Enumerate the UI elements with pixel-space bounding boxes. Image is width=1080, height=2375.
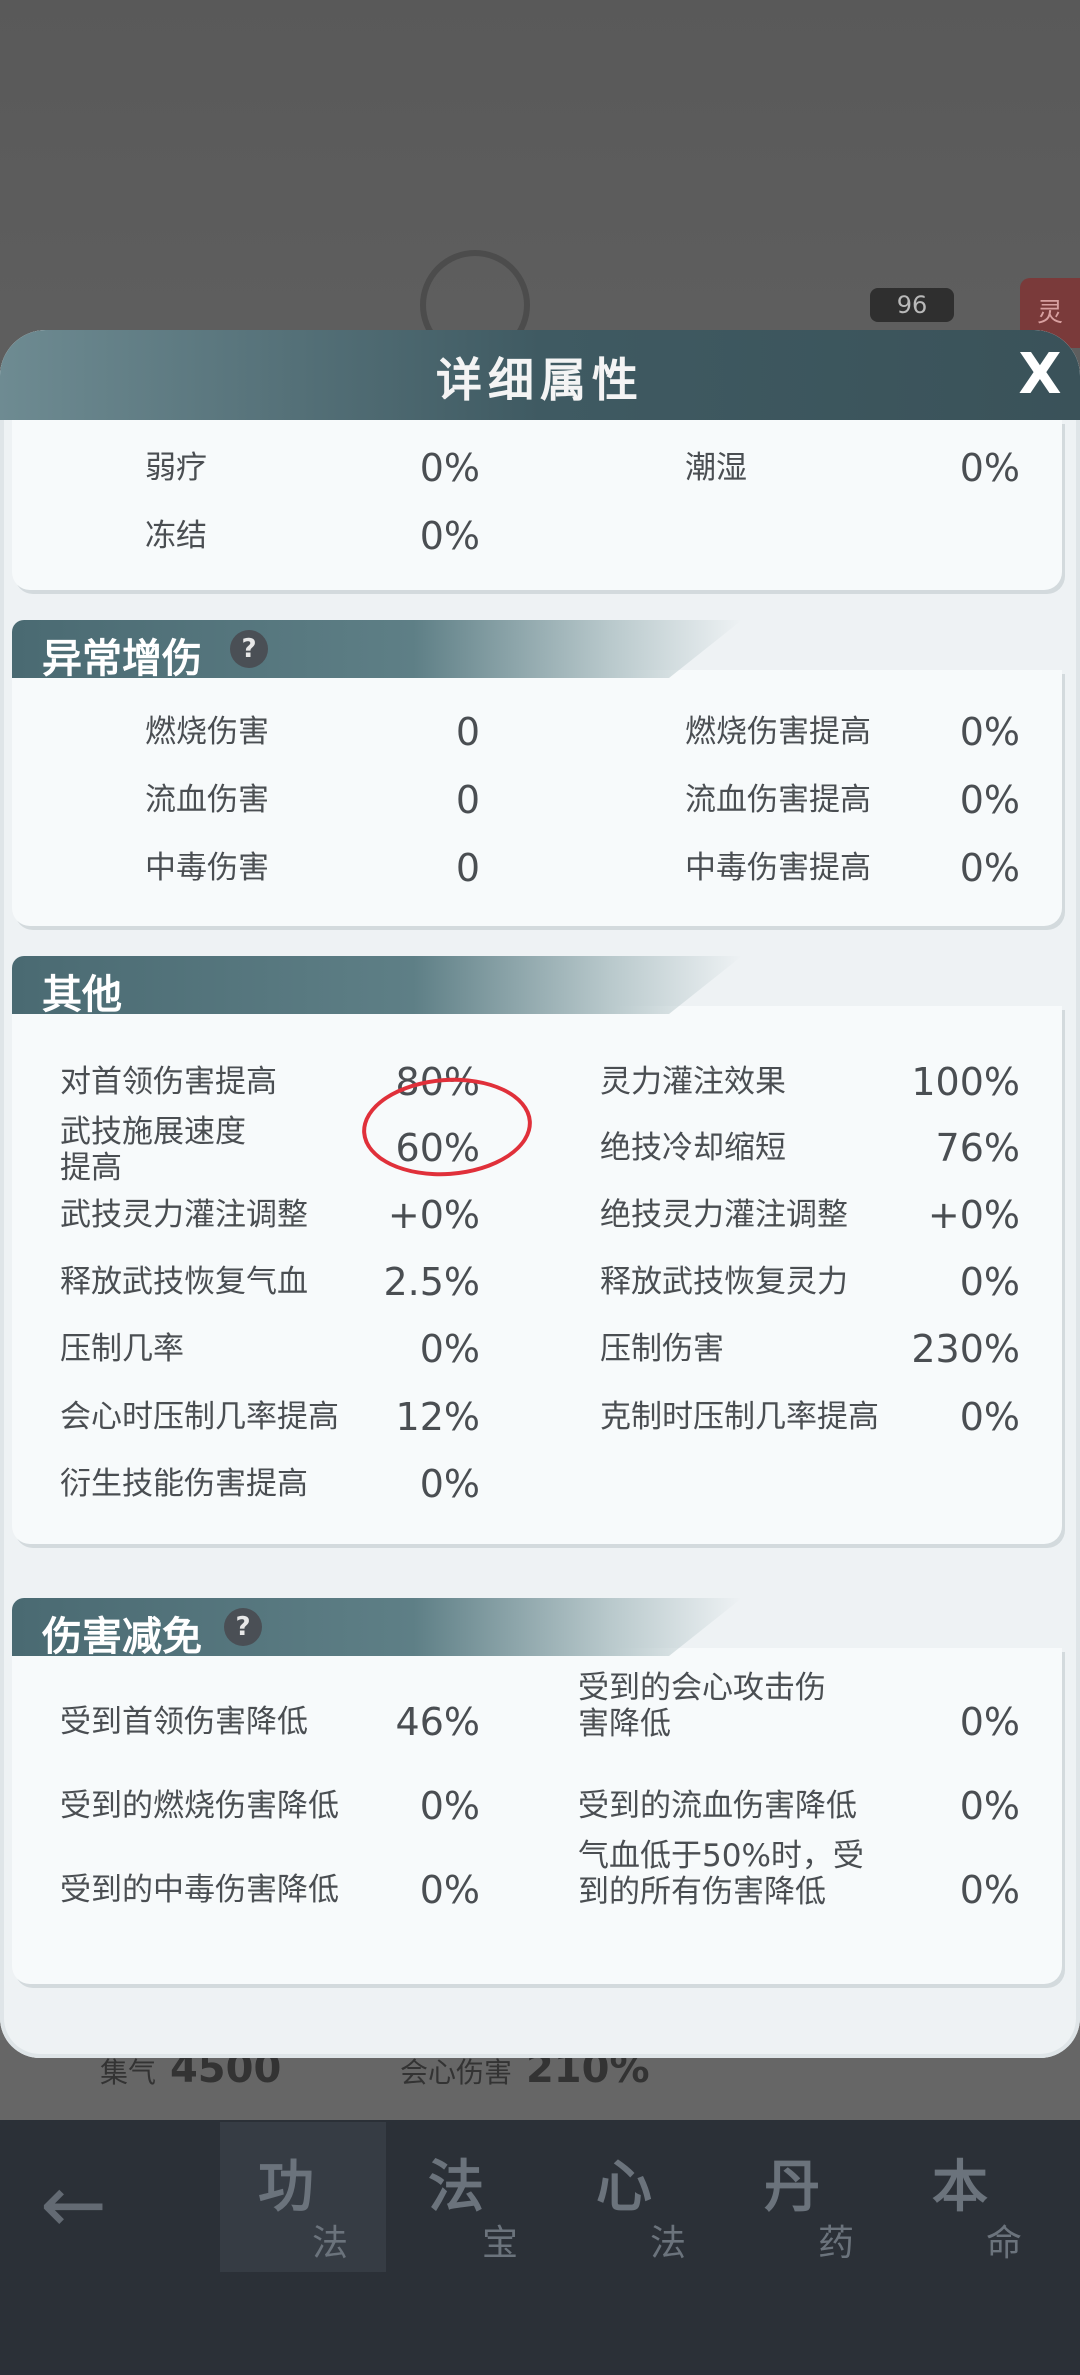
section-title: 异常增伤 xyxy=(42,636,202,682)
stat-value: 230% xyxy=(911,1327,1020,1371)
stat-label: 对首领伤害提高 xyxy=(60,1064,277,1100)
stat-label: 潮湿 xyxy=(685,450,747,486)
stat-value: 0% xyxy=(419,514,480,558)
stat-label: 流血伤害 xyxy=(145,782,269,818)
help-icon[interactable]: ? xyxy=(224,1608,262,1646)
close-button[interactable]: X xyxy=(1010,340,1070,410)
stat-value: 0% xyxy=(959,1784,1020,1828)
stat-label: 受到的流血伤害降低 xyxy=(578,1788,857,1824)
stat-value: 0% xyxy=(419,1327,480,1371)
stat-label: 绝技灵力灌注调整 xyxy=(600,1197,848,1233)
stat-label: 武技灵力灌注调整 xyxy=(60,1197,308,1233)
stat-label: 压制几率 xyxy=(60,1331,184,1367)
stat-label: 压制伤害 xyxy=(600,1331,724,1367)
stat-value: 0 xyxy=(455,846,480,890)
stat-value: 0% xyxy=(419,446,480,490)
tab-benming[interactable]: 本 命 xyxy=(894,2122,1060,2272)
stat-value: +0% xyxy=(927,1193,1020,1237)
tab-fabao[interactable]: 法 宝 xyxy=(390,2122,556,2272)
stat-value: 0% xyxy=(959,1260,1020,1304)
section-title: 其他 xyxy=(42,972,122,1018)
panel-title: 详细属性 xyxy=(436,353,644,407)
section-title: 伤害减免 xyxy=(42,1614,202,1660)
stat-value: 2.5% xyxy=(383,1260,480,1304)
stat-label: 克制时压制几率提高 xyxy=(600,1399,879,1435)
damage-reduction-header: 伤害减免 xyxy=(12,1598,742,1656)
stat-label: 受到的会心攻击伤 害降低 xyxy=(578,1670,826,1742)
panel-header: 详细属性 X xyxy=(0,330,1080,420)
stat-label: 灵力灌注效果 xyxy=(600,1064,786,1100)
level-badge: 96 xyxy=(870,288,954,322)
stat-value: 0% xyxy=(419,1462,480,1506)
stat-label: 绝技冷却缩短 xyxy=(600,1130,786,1166)
stat-value: 0% xyxy=(959,1868,1020,1912)
stat-value: 0% xyxy=(419,1784,480,1828)
stat-value: 0% xyxy=(959,1395,1020,1439)
stat-value: 0 xyxy=(455,778,480,822)
stat-label: 弱疗 xyxy=(145,450,207,486)
stat-label: 受到的燃烧伤害降低 xyxy=(60,1788,339,1824)
detail-attributes-panel[interactable]: 详细属性 X 弱疗 0% 潮湿 0% 冻结 0% 异常增伤 ? 燃烧伤害 0 燃… xyxy=(0,330,1080,2058)
stat-value: 12% xyxy=(395,1395,480,1439)
other-header: 其他 xyxy=(12,956,742,1014)
tab-danyao[interactable]: 丹 药 xyxy=(726,2122,892,2272)
stat-value: 0% xyxy=(419,1868,480,1912)
stat-value: 0% xyxy=(959,778,1020,822)
stat-label: 气血低于50%时，受 到的所有伤害降低 xyxy=(578,1838,864,1910)
stat-value: 76% xyxy=(935,1126,1020,1170)
stat-label: 燃烧伤害提高 xyxy=(685,714,871,750)
stat-value: 0% xyxy=(959,846,1020,890)
stat-label: 会心时压制几率提高 xyxy=(60,1399,339,1435)
stat-value: 0 xyxy=(455,710,480,754)
stat-label: 燃烧伤害 xyxy=(145,714,269,750)
stat-label: 冻结 xyxy=(145,518,207,554)
stat-value: 46% xyxy=(395,1700,480,1744)
stat-label: 受到首领伤害降低 xyxy=(60,1704,308,1740)
stat-label: 中毒伤害 xyxy=(145,850,269,886)
stat-value: 0% xyxy=(959,1700,1020,1744)
stat-label: 衍生技能伤害提高 xyxy=(60,1466,308,1502)
stat-label: 中毒伤害提高 xyxy=(685,850,871,886)
stat-label: 释放武技恢复灵力 xyxy=(600,1264,848,1300)
stat-label: 武技施展速度 提高 xyxy=(60,1114,246,1186)
stat-value: +0% xyxy=(387,1193,480,1237)
abnormal-damage-header: 异常增伤 xyxy=(12,620,742,678)
stat-label: 受到的中毒伤害降低 xyxy=(60,1872,339,1908)
back-arrow-icon[interactable]: ← xyxy=(40,2165,130,2245)
tab-xinfa[interactable]: 心 法 xyxy=(558,2122,724,2272)
stat-value: 0% xyxy=(959,446,1020,490)
stat-label: 释放武技恢复气血 xyxy=(60,1264,308,1300)
stat-value: 0% xyxy=(959,710,1020,754)
help-icon[interactable]: ? xyxy=(230,630,268,668)
stat-label: 流血伤害提高 xyxy=(685,782,871,818)
stat-value: 100% xyxy=(911,1060,1020,1104)
tab-gongfa[interactable]: 功 法 xyxy=(220,2122,386,2272)
